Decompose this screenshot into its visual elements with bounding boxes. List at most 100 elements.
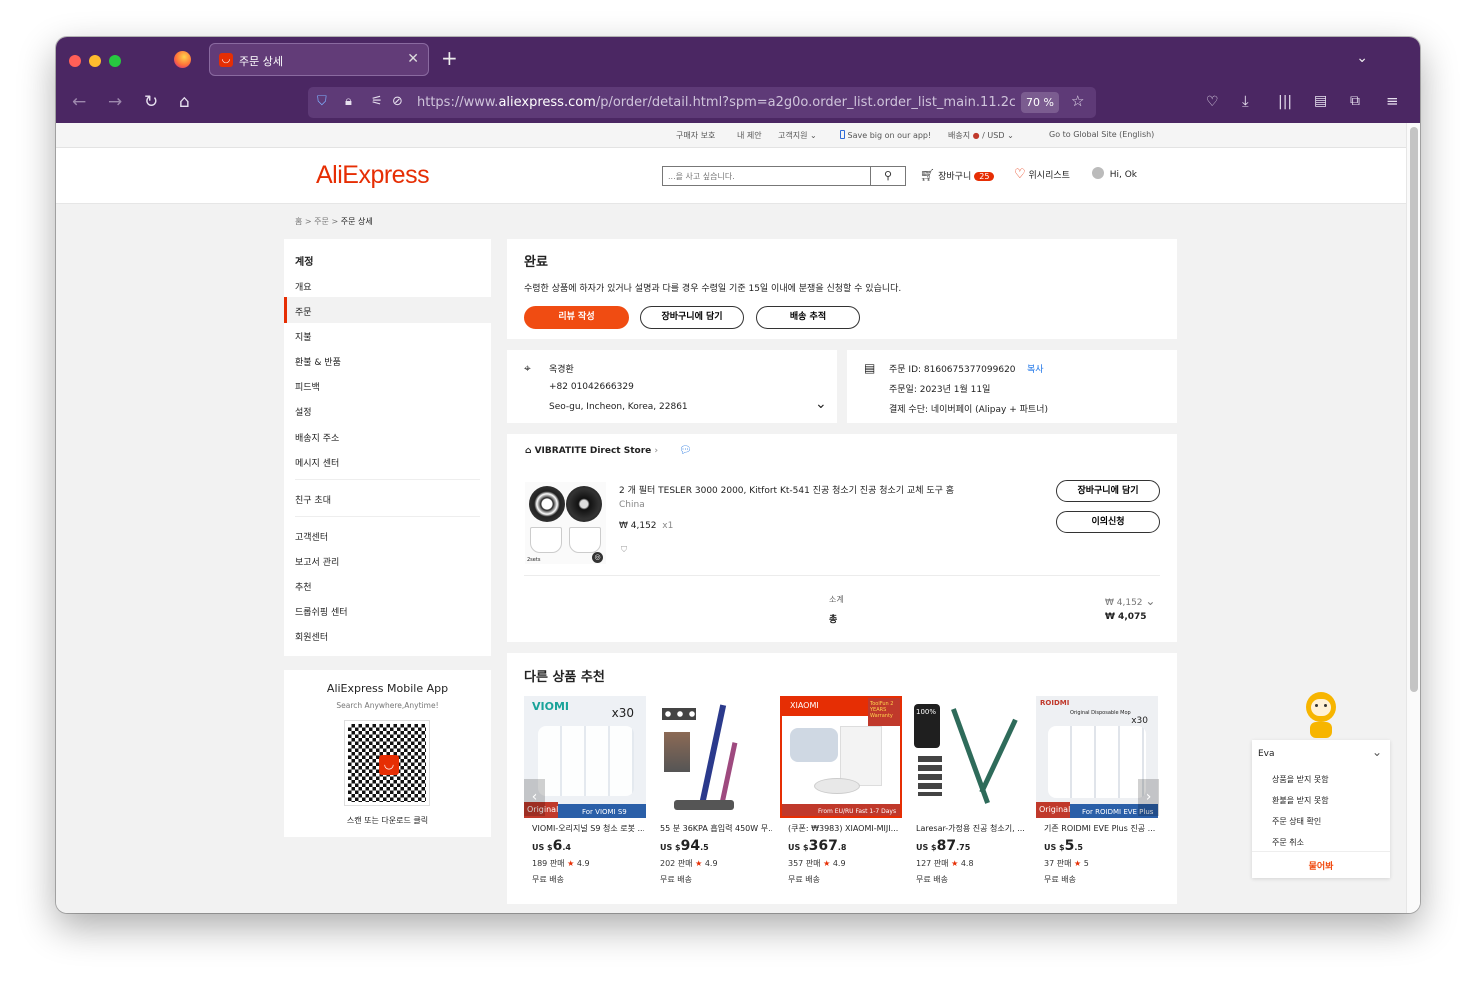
track-shipment-button[interactable]: 배송 추적: [756, 306, 860, 329]
assistant-option[interactable]: 주문 상태 확인: [1272, 816, 1321, 827]
reco-price-int: 87: [936, 838, 957, 854]
carousel-next-arrow-icon[interactable]: ›: [1138, 779, 1159, 816]
firefox-icon[interactable]: [174, 51, 191, 68]
sidebar-item-orders[interactable]: 주문: [295, 305, 312, 318]
navigation-toolbar: ← → ↻ ⌂ ⛉ 🔒︎ ⚟ ⊘ https://www.aliexpress.…: [56, 82, 1420, 123]
tracking-blocked-icon[interactable]: ⊘: [392, 94, 403, 109]
reco-price: US $5.5: [1044, 838, 1083, 854]
avatar-icon: [1092, 167, 1104, 179]
reco-item[interactable]: 100% Laresar-가정용 진공 청소기, ... US $87.75 1…: [908, 696, 1030, 884]
sidebar-item-messages[interactable]: 메시지 센터: [295, 456, 339, 469]
sidebar-item-feedback[interactable]: 피드백: [295, 380, 320, 393]
search-button[interactable]: ⚲: [870, 167, 905, 185]
reco-item[interactable]: 55 분 36KPA 흡입력 450W 무... US $94.5 202 판매…: [652, 696, 774, 884]
reco-item[interactable]: XIAOMI ToolFun 2 YEARS Warranty From EU/…: [780, 696, 902, 884]
zoom-level[interactable]: 70 %: [1021, 92, 1059, 113]
sidebar-item-invite[interactable]: 친구 초대: [295, 493, 331, 506]
app-promo-link[interactable]: Save big on our app!: [840, 130, 931, 140]
page-scrollbar[interactable]: [1406, 123, 1420, 913]
search-icon: ⚲: [883, 169, 893, 182]
reco-sold: 127 판매: [916, 859, 949, 868]
wishlist-link[interactable]: ♡ 위시리스트: [1014, 167, 1070, 182]
new-tab-icon[interactable]: +: [441, 46, 458, 70]
forward-icon[interactable]: →: [108, 92, 122, 112]
minimize-window-button[interactable]: [89, 55, 101, 67]
assistant-option[interactable]: 상품을 받지 못함: [1272, 774, 1329, 785]
ship-to-selector[interactable]: 배송지 ● / USD ⌄: [948, 130, 1014, 141]
global-site-link[interactable]: Go to Global Site (English): [1049, 130, 1154, 139]
sidebar-item-overview[interactable]: 개요: [295, 280, 312, 293]
recommendations-title: 다른 상품 추천: [524, 670, 605, 685]
library-icon[interactable]: |||: [1278, 94, 1292, 110]
aliexpress-logo[interactable]: AliExpress: [316, 161, 430, 190]
sidebar-item-payment[interactable]: 지불: [295, 330, 312, 343]
subtotal-value-row[interactable]: ₩ 4,152 ⌄: [1105, 594, 1155, 608]
sidebar-item-dropshipping[interactable]: 드롭쉬핑 센터: [295, 605, 348, 618]
bookmark-star-icon[interactable]: ☆: [1071, 92, 1084, 110]
reco-price-dec: .5: [700, 843, 709, 852]
recipient-name: 옥경환: [549, 365, 574, 375]
account-link[interactable]: Hi, Ok: [1092, 167, 1137, 180]
assistant-option[interactable]: 환불을 받지 못함: [1272, 795, 1329, 806]
lock-icon[interactable]: 🔒︎: [345, 94, 352, 109]
reco-ribbon: Original: [1036, 802, 1070, 818]
close-window-button[interactable]: [69, 55, 81, 67]
store-link[interactable]: ⌂ VIBRATITE Direct Store ›: [525, 446, 658, 456]
sidebar-item-membership[interactable]: 회원센터: [295, 630, 328, 643]
sidebar-item-recommend[interactable]: 추천: [295, 580, 312, 593]
buyer-protection-link[interactable]: 구매자 보호: [676, 130, 715, 141]
add-to-cart-button[interactable]: 장바구니에 담기: [640, 306, 744, 329]
assistant-option[interactable]: 주문 취소: [1272, 837, 1304, 848]
top-utility-bar: 구매자 보호 내 제안 고객지원 ⌄ Save big on our app! …: [56, 123, 1406, 148]
back-icon[interactable]: ←: [72, 92, 86, 112]
chevron-down-icon[interactable]: ⌄: [1372, 745, 1382, 759]
product-add-to-cart-button[interactable]: 장바구니에 담기: [1056, 480, 1160, 502]
reco-image: [652, 696, 774, 818]
sidebar-item-reports[interactable]: 보고서 관리: [295, 555, 339, 568]
breadcrumb-home[interactable]: 홈: [295, 217, 302, 226]
url-text[interactable]: https://www.aliexpress.com/p/order/detai…: [417, 95, 1015, 110]
my-offers-link[interactable]: 내 제안: [737, 130, 762, 141]
reload-icon[interactable]: ↻: [144, 92, 158, 112]
tab-list-chevron-icon[interactable]: ⌄: [1356, 50, 1368, 66]
sidebar-item-addresses[interactable]: 배송지 주소: [295, 431, 339, 444]
write-review-button[interactable]: 리뷰 작성: [524, 306, 629, 329]
assistant-mascot[interactable]: [1300, 690, 1342, 740]
home-icon[interactable]: ⌂: [179, 92, 190, 112]
tab-order-detail[interactable]: ◡ 주문 상세 ✕: [209, 43, 429, 76]
sidebar-item-settings[interactable]: 설정: [295, 405, 312, 418]
reader-view-icon[interactable]: ▤: [1314, 93, 1327, 109]
shield-icon[interactable]: ⛉: [317, 94, 327, 109]
pocket-icon[interactable]: ♡: [1206, 94, 1219, 110]
chevron-down-icon[interactable]: ⌄: [815, 396, 827, 412]
copy-order-id-link[interactable]: 복사: [1027, 365, 1044, 375]
close-tab-icon[interactable]: ✕: [407, 51, 419, 67]
qr-code[interactable]: ◡: [344, 720, 430, 806]
reco-name: VIOMI-오리지널 S9 청소 로봇 ...: [532, 824, 644, 833]
product-origin: China: [619, 500, 645, 510]
cart-link[interactable]: 🛒︎ 장바구니 25: [920, 168, 995, 182]
sidebar-item-refunds[interactable]: 환불 & 반품: [295, 355, 341, 368]
search-input[interactable]: [663, 167, 871, 185]
product-title[interactable]: 2 개 필터 TESLER 3000 2000, Kitfort Kt-541 …: [619, 483, 954, 496]
chat-icon[interactable]: 💬︎: [679, 445, 692, 456]
downloads-icon[interactable]: ⤓: [1242, 92, 1249, 110]
carousel-prev-arrow-icon[interactable]: ‹: [524, 779, 545, 816]
robot-vacuum-image: [814, 778, 860, 794]
product-image[interactable]: 2sets ◎: [525, 482, 606, 564]
breadcrumb-orders[interactable]: 주문: [314, 217, 329, 226]
reco-price-dec: .4: [562, 843, 571, 852]
address-bar[interactable]: ⛉ 🔒︎ ⚟ ⊘ https://www.aliexpress.com/p/or…: [308, 87, 1096, 118]
camera-icon[interactable]: ◎: [592, 552, 603, 563]
mop-pads-image: [538, 726, 634, 796]
ask-button[interactable]: 물어봐: [1252, 859, 1390, 872]
permissions-icon[interactable]: ⚟: [371, 94, 383, 109]
menu-icon[interactable]: ≡: [1386, 92, 1399, 110]
open-dispute-button[interactable]: 이의신청: [1056, 511, 1160, 533]
customer-support-link[interactable]: 고객지원 ⌄: [778, 130, 817, 141]
sidebar-item-help-center[interactable]: 고객센터: [295, 530, 328, 543]
reco-band-text: For VIOMI S9: [582, 808, 627, 816]
scrollbar-thumb[interactable]: [1410, 127, 1418, 692]
extensions-icon[interactable]: ⧉: [1350, 93, 1360, 109]
zoom-window-button[interactable]: [109, 55, 121, 67]
